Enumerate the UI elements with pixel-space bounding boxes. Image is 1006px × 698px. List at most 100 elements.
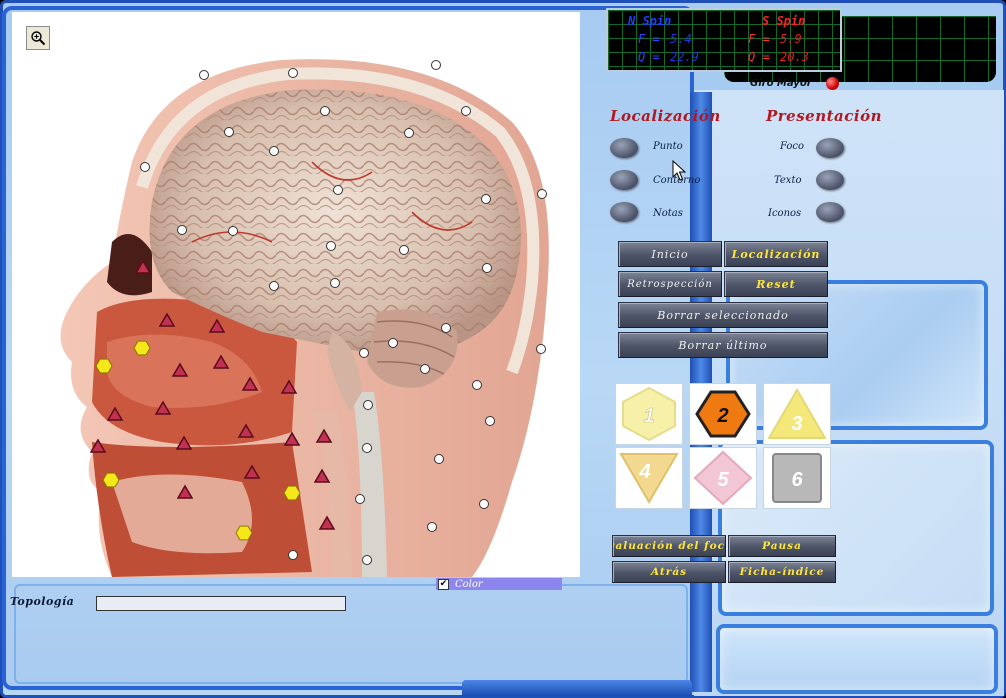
svg-text:6: 6	[791, 469, 803, 491]
point-marker[interactable]	[441, 323, 451, 333]
square-6-icon: 6	[772, 453, 822, 503]
radio-contorno[interactable]	[610, 170, 638, 190]
label-iconos: Iconos	[768, 208, 802, 219]
triangle-marker[interactable]	[237, 423, 255, 438]
triangle-marker[interactable]	[134, 259, 152, 274]
reset-button[interactable]: Reset	[724, 271, 828, 297]
triangle-marker[interactable]	[318, 515, 336, 530]
ficha-indice-button[interactable]: Ficha-índice	[728, 561, 836, 583]
marker-overlay	[89, 60, 547, 565]
point-marker[interactable]	[288, 550, 298, 560]
triangle-marker[interactable]	[89, 438, 107, 453]
south-f-value: 5.9	[780, 32, 802, 46]
evaluacion-foco-button[interactable]: valuación del foc	[612, 535, 726, 557]
color-label: Color	[455, 578, 483, 590]
triangle-marker[interactable]	[175, 435, 193, 450]
point-marker[interactable]	[359, 348, 369, 358]
north-spin-title: N Spin	[628, 14, 672, 28]
triangle-marker[interactable]	[212, 354, 230, 369]
point-marker[interactable]	[330, 278, 340, 288]
hexagon-marker[interactable]	[133, 340, 151, 356]
south-f-label: F =	[748, 32, 770, 46]
triangle-marker[interactable]	[154, 400, 172, 415]
hexagon-marker[interactable]	[95, 358, 113, 374]
north-f-value: 5.4	[670, 32, 692, 46]
borrar-seleccionado-button[interactable]: Borrar seleccionado	[618, 302, 828, 328]
point-marker[interactable]	[326, 241, 336, 251]
triangle-marker[interactable]	[106, 406, 124, 421]
point-marker[interactable]	[355, 494, 365, 504]
point-marker[interactable]	[388, 338, 398, 348]
point-marker[interactable]	[320, 106, 330, 116]
triangle-marker[interactable]	[313, 468, 331, 483]
point-marker[interactable]	[224, 127, 234, 137]
point-marker[interactable]	[482, 263, 492, 273]
radio-texto[interactable]	[816, 170, 844, 190]
hexagon-marker[interactable]	[283, 485, 301, 501]
point-marker[interactable]	[333, 185, 343, 195]
point-marker[interactable]	[199, 70, 209, 80]
point-marker[interactable]	[537, 189, 547, 199]
triangle-down-4-icon: 4	[619, 453, 679, 504]
zoom-button[interactable]	[26, 26, 50, 50]
point-marker[interactable]	[399, 245, 409, 255]
triangle-marker[interactable]	[208, 318, 226, 333]
color-checkbox[interactable]: ✔	[438, 578, 449, 590]
point-marker[interactable]	[481, 194, 491, 204]
point-marker[interactable]	[228, 226, 238, 236]
triangle-marker[interactable]	[283, 431, 301, 446]
localizacion-button[interactable]: Localización	[724, 241, 828, 267]
point-marker[interactable]	[472, 380, 482, 390]
point-marker[interactable]	[431, 60, 441, 70]
giro-indicator-led	[826, 77, 839, 90]
point-marker[interactable]	[177, 225, 187, 235]
diamond-5-icon: 5	[693, 450, 753, 506]
color-toggle[interactable]: ✔ Color	[436, 578, 562, 590]
point-marker[interactable]	[420, 364, 430, 374]
point-marker[interactable]	[288, 68, 298, 78]
radio-foco[interactable]	[816, 138, 844, 158]
tile-6[interactable]: 6	[763, 447, 831, 509]
point-marker[interactable]	[404, 128, 414, 138]
topologia-input[interactable]	[96, 596, 346, 611]
point-marker[interactable]	[269, 281, 279, 291]
tile-3[interactable]: 3	[763, 383, 831, 445]
inicio-button[interactable]: Inicio	[618, 241, 722, 267]
radio-iconos[interactable]	[816, 202, 844, 222]
retrospeccion-button[interactable]: Retrospección	[618, 271, 722, 297]
radio-notas[interactable]	[610, 202, 638, 222]
point-marker[interactable]	[362, 555, 372, 565]
point-marker[interactable]	[427, 522, 437, 532]
triangle-marker[interactable]	[280, 379, 298, 394]
point-marker[interactable]	[140, 162, 150, 172]
triangle-marker[interactable]	[158, 312, 176, 327]
triangle-marker[interactable]	[243, 464, 261, 479]
tile-5[interactable]: 5	[689, 447, 757, 509]
atras-button[interactable]: Atrás	[612, 561, 726, 583]
point-marker[interactable]	[362, 443, 372, 453]
point-marker[interactable]	[269, 146, 279, 156]
tile-1[interactable]: 1	[615, 383, 683, 445]
south-q-label: Q =	[748, 50, 770, 64]
hexagon-marker[interactable]	[102, 472, 120, 488]
anatomy-image-viewer[interactable]	[12, 12, 580, 577]
triangle-marker[interactable]	[315, 428, 333, 443]
tile-4[interactable]: 4	[615, 447, 683, 509]
triangle-marker[interactable]	[176, 484, 194, 499]
point-marker[interactable]	[434, 454, 444, 464]
point-marker[interactable]	[461, 106, 471, 116]
hexagon-marker[interactable]	[235, 525, 253, 541]
borrar-ultimo-button[interactable]: Borrar último	[618, 332, 828, 358]
point-marker[interactable]	[536, 344, 546, 354]
point-marker[interactable]	[363, 400, 373, 410]
triangle-marker[interactable]	[171, 362, 189, 377]
radio-punto[interactable]	[610, 138, 638, 158]
triangle-marker[interactable]	[241, 376, 259, 391]
tile-2[interactable]: 2	[689, 383, 757, 445]
giro-mayor-label: Giro Mayor	[750, 78, 812, 89]
south-q-value: 20.3	[780, 50, 809, 64]
point-marker[interactable]	[485, 416, 495, 426]
south-spin-title: S Spin	[762, 14, 806, 28]
pausa-button[interactable]: Pausa	[728, 535, 836, 557]
point-marker[interactable]	[479, 499, 489, 509]
